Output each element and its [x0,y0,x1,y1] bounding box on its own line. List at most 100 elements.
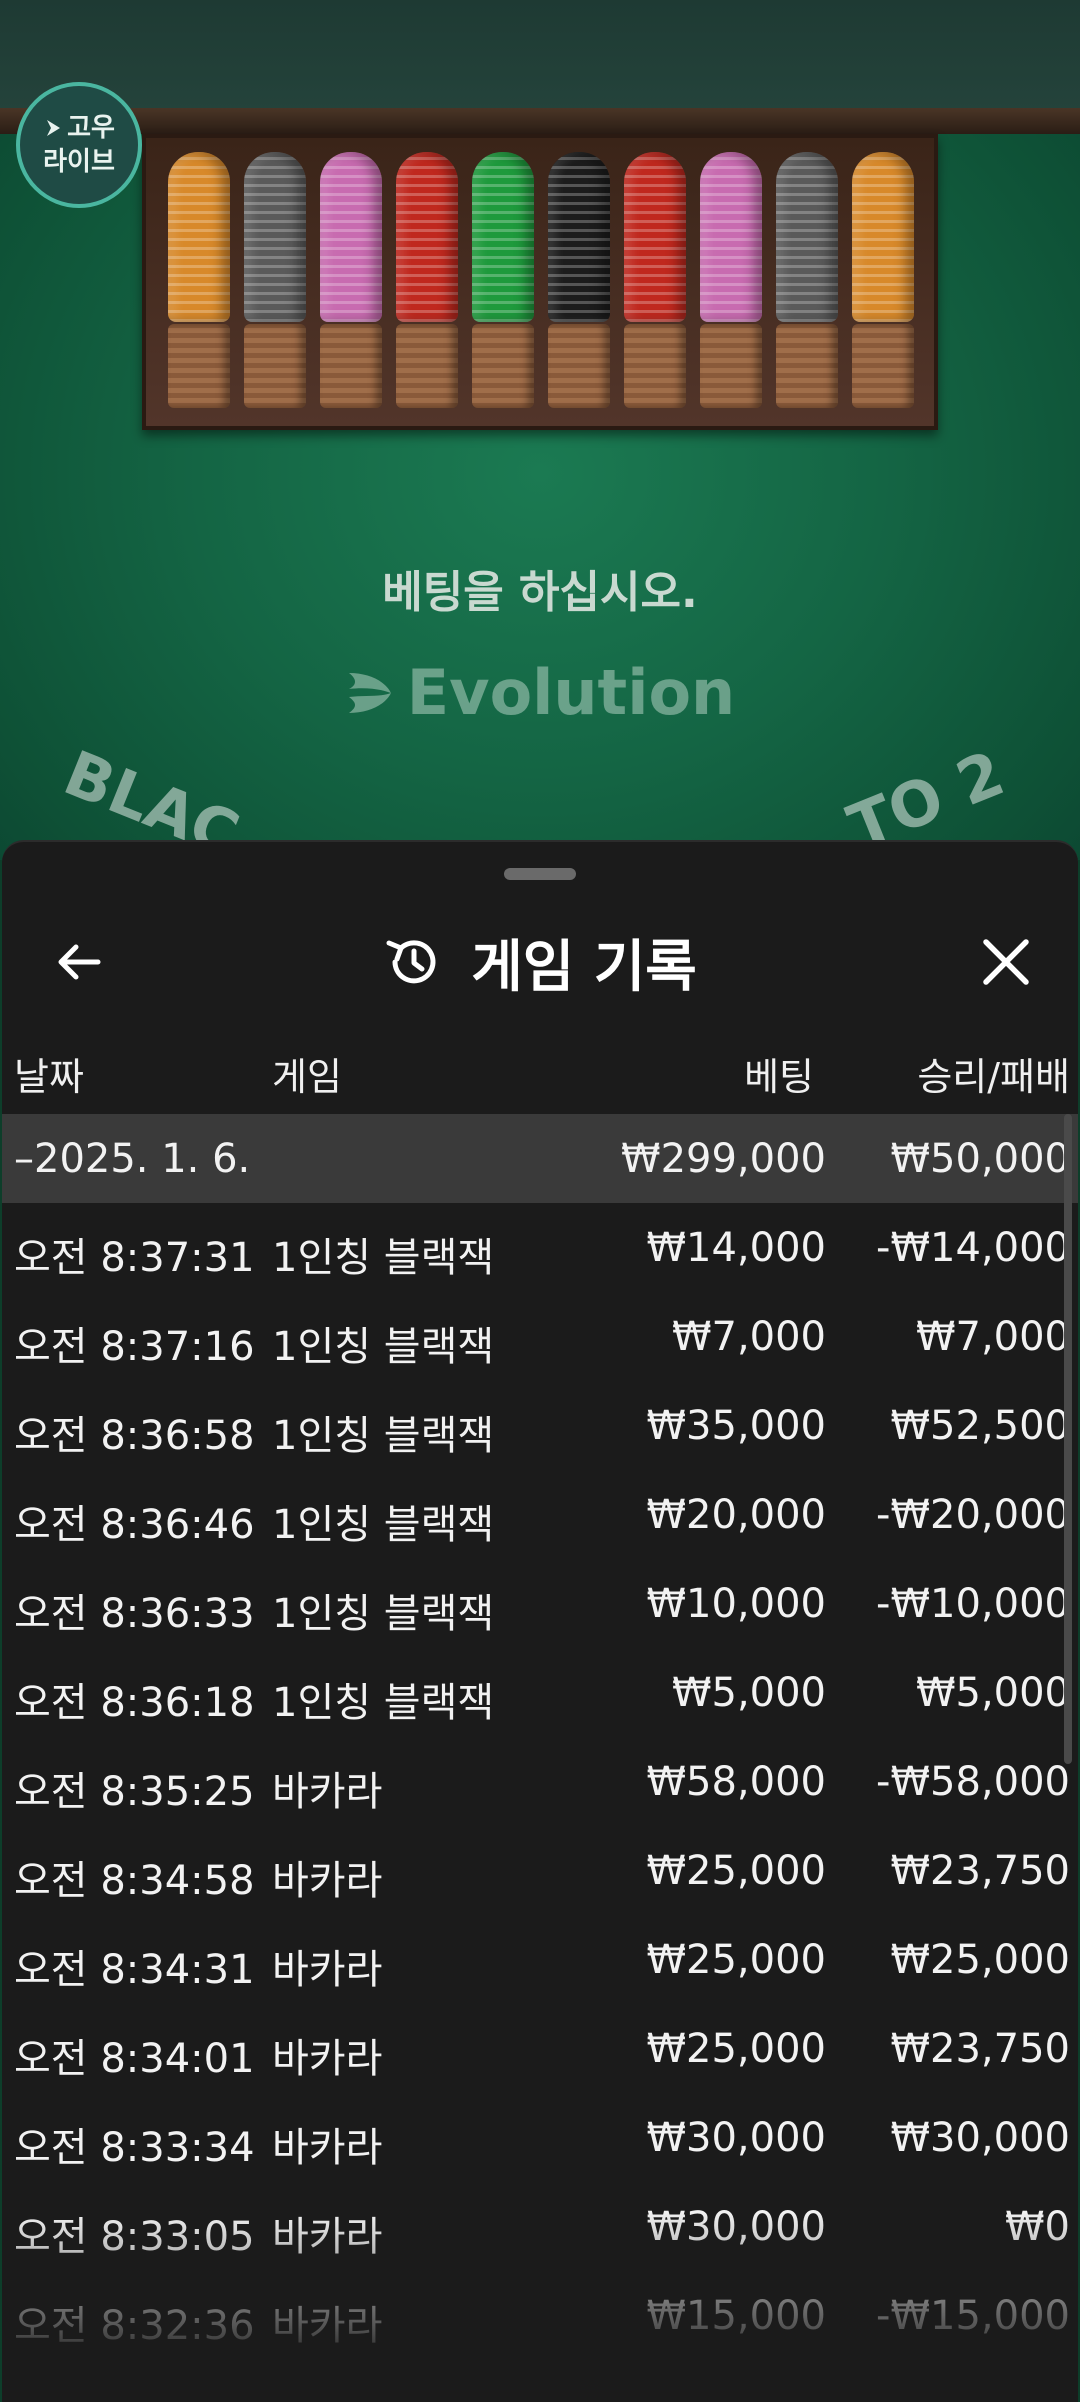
row-bet: ₩5,000 [671,1670,826,1716]
table-rail [0,108,1080,134]
live-logo-badge: 고우 라이브 [16,82,142,208]
logo-line2: 라이브 [43,147,115,177]
row-game: 바카라 [272,2125,383,2171]
row-game: 1인칭 블랙잭 [272,1413,495,1459]
row-time: 오전 8:37:31 [14,1235,255,1281]
row-time: 오전 8:37:16 [14,1324,255,1370]
row-game: 바카라 [272,2036,383,2082]
back-button[interactable] [42,924,118,1000]
row-winloss: -₩58,000 [876,1759,1070,1805]
date-group-row[interactable]: –2025. 1. 6. ₩299,000 ₩50,000 [2,1114,1078,1203]
row-winloss: -₩14,000 [876,1225,1070,1271]
row-game: 바카라 [272,1858,383,1904]
chip-stack-top [624,152,686,322]
chip-stack-base [700,324,762,408]
row-winloss: ₩23,750 [890,1848,1070,1894]
row-time: 오전 8:36:58 [14,1413,255,1459]
scrollbar[interactable] [1064,1114,1072,1764]
arrow-left-icon [58,944,101,980]
row-winloss: -₩20,000 [876,1492,1070,1538]
row-time: 오전 8:36:46 [14,1502,255,1548]
chip-stack-base [624,324,686,408]
history-row[interactable]: 오전 8:36:18 1인칭 블랙잭 ₩5,000 ₩5,000 [2,1648,1078,1737]
chip-stack-top [548,152,610,322]
row-bet: ₩25,000 [646,1937,826,1983]
history-row[interactable]: 오전 8:34:01 바카라 ₩25,000 ₩23,750 [2,2004,1078,2093]
chip-stack [772,146,842,416]
chip-stack-base [244,324,306,408]
history-row[interactable]: 오전 8:34:58 바카라 ₩25,000 ₩23,750 [2,1826,1078,1915]
row-bet: ₩10,000 [646,1581,826,1627]
history-row[interactable]: 오전 8:33:34 바카라 ₩30,000 ₩30,000 [2,2093,1078,2182]
row-game: 바카라 [272,2214,383,2260]
chip-stack-top [168,152,230,322]
row-game: 1인칭 블랙잭 [272,1235,495,1281]
row-bet: ₩15,000 [646,2293,826,2339]
row-winloss: ₩5,000 [915,1670,1070,1716]
chip-stack-base [396,324,458,408]
group-bet-total: ₩299,000 [621,1136,826,1182]
chip-tray [142,134,938,430]
history-row[interactable]: 오전 8:34:31 바카라 ₩25,000 ₩25,000 [2,1915,1078,2004]
dealer-area [0,0,1080,110]
logo-line1: 고우 [67,113,115,143]
row-winloss: -₩10,000 [876,1581,1070,1627]
row-bet: ₩25,000 [646,1848,826,1894]
chip-stack-top [396,152,458,322]
row-time: 오전 8:34:31 [14,1947,255,1993]
column-game: 게임 [272,1055,342,1099]
chip-stack [544,146,614,416]
play-icon [47,120,61,136]
row-game: 1인칭 블랙잭 [272,1502,495,1548]
row-winloss: ₩25,000 [890,1937,1070,1983]
chip-stack-top [776,152,838,322]
close-button[interactable] [968,924,1044,1000]
row-game: 1인칭 블랙잭 [272,1680,495,1726]
group-winloss-total: ₩50,000 [890,1136,1070,1182]
row-bet: ₩58,000 [646,1759,826,1805]
column-winloss: 승리/패배 [917,1055,1070,1099]
row-game: 바카라 [272,1947,383,1993]
history-row[interactable]: 오전 8:36:33 1인칭 블랙잭 ₩10,000 -₩10,000 [2,1559,1078,1648]
history-row[interactable]: 오전 8:36:46 1인칭 블랙잭 ₩20,000 -₩20,000 [2,1470,1078,1559]
table-header: 날짜 게임 베팅 승리/패배 [2,1022,1078,1112]
history-icon [386,940,436,984]
row-winloss: ₩30,000 [890,2115,1070,2161]
chip-stack-base [168,324,230,408]
row-time: 오전 8:35:25 [14,1769,255,1815]
chip-stack-top [472,152,534,322]
chip-stack-base [852,324,914,408]
history-row[interactable]: 오전 8:37:31 1인칭 블랙잭 ₩14,000 -₩14,000 [2,1203,1078,1292]
sheet-drag-handle[interactable] [504,868,576,880]
row-game: 바카라 [272,2303,383,2349]
chip-stack [468,146,538,416]
chip-stack-top [244,152,306,322]
chip-stack [696,146,766,416]
row-winloss: ₩0 [1005,2204,1070,2250]
history-row[interactable]: 오전 8:32:36 바카라 ₩15,000 -₩15,000 [2,2271,1078,2360]
history-row[interactable]: 오전 8:35:25 바카라 ₩58,000 -₩58,000 [2,1737,1078,1826]
row-bet: ₩20,000 [646,1492,826,1538]
history-list[interactable]: –2025. 1. 6. ₩299,000 ₩50,000 오전 8:37:31… [2,1114,1078,2360]
chip-stack-base [320,324,382,408]
row-time: 오전 8:34:58 [14,1858,255,1904]
chip-stack-base [472,324,534,408]
row-bet: ₩30,000 [646,2204,826,2250]
row-winloss: -₩15,000 [876,2293,1070,2339]
history-row[interactable]: 오전 8:36:58 1인칭 블랙잭 ₩35,000 ₩52,500 [2,1381,1078,1470]
close-icon [983,939,1029,985]
chip-stack-base [776,324,838,408]
game-table-view: 고우 라이브 베팅을 하십시오. Evolution BLAC TO 2 [0,0,1080,860]
row-winloss: ₩7,000 [915,1314,1070,1360]
chip-stack [848,146,918,416]
chip-stack-top [852,152,914,322]
row-game: 1인칭 블랙잭 [272,1324,495,1370]
row-bet: ₩30,000 [646,2115,826,2161]
history-row[interactable]: 오전 8:33:05 바카라 ₩30,000 ₩0 [2,2182,1078,2271]
column-date: 날짜 [14,1055,84,1099]
place-bets-message: 베팅을 하십시오. [382,567,698,618]
row-time: 오전 8:36:18 [14,1680,255,1726]
history-row[interactable]: 오전 8:37:16 1인칭 블랙잭 ₩7,000 ₩7,000 [2,1292,1078,1381]
chip-stack-top [320,152,382,322]
game-history-sheet: 게임 기록 날짜 게임 베팅 승리/패배 –2025. 1. 6. ₩299,0… [2,840,1078,2402]
